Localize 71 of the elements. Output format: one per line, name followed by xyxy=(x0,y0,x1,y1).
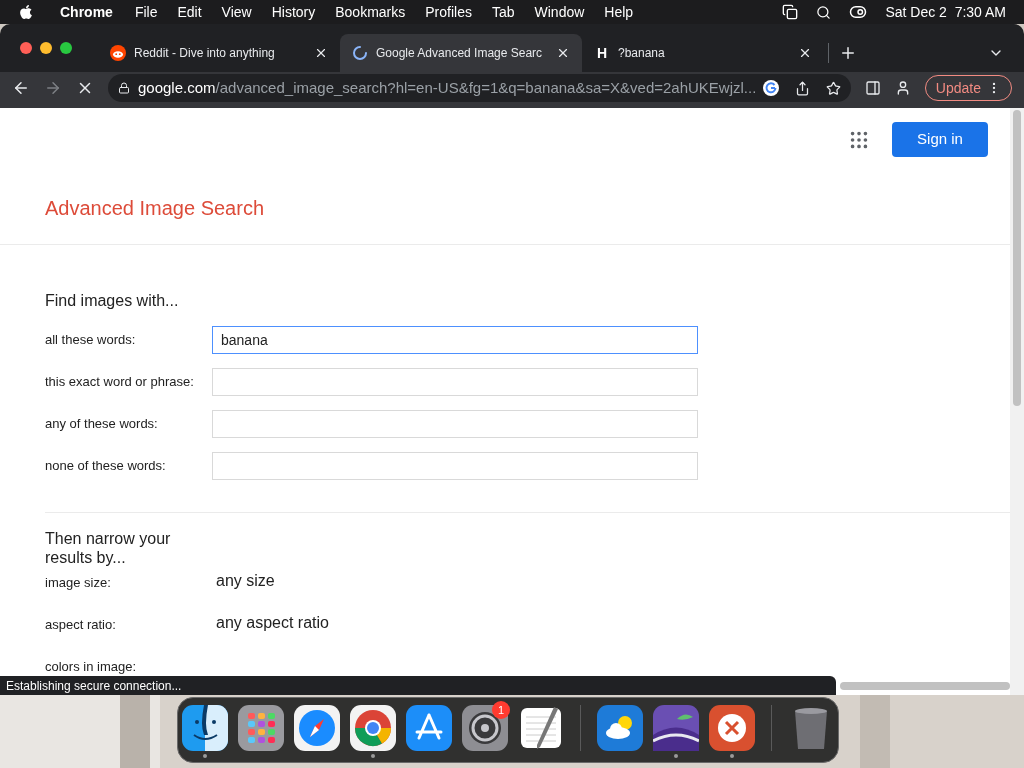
arrows-icon[interactable] xyxy=(709,705,755,751)
hills-icon[interactable] xyxy=(653,705,699,751)
app-grid-icon[interactable] xyxy=(238,705,284,751)
close-tab-icon[interactable] xyxy=(798,46,812,60)
menu-item[interactable]: History xyxy=(271,1,316,23)
sign-in-button[interactable]: Sign in xyxy=(892,122,988,157)
section-heading: Then narrow your results by... xyxy=(45,529,172,567)
menu-item[interactable]: Profiles xyxy=(425,1,472,23)
gear-icon[interactable] xyxy=(462,705,508,751)
smiling-face-icon[interactable] xyxy=(182,705,228,751)
new-tab-icon[interactable] xyxy=(839,44,857,62)
letter-a-icon[interactable] xyxy=(406,705,452,751)
notification-badge: 1 xyxy=(492,701,510,719)
loading-spinner-icon xyxy=(352,45,368,61)
menu-item[interactable]: View xyxy=(221,1,252,23)
share-icon[interactable] xyxy=(794,80,810,96)
option-label: image size: xyxy=(45,574,112,592)
forward-icon[interactable] xyxy=(44,79,62,97)
field-label: any of these words: xyxy=(45,415,159,434)
tab-title: Google Advanced Image Searc xyxy=(376,45,544,62)
option-value[interactable]: any aspect ratio xyxy=(216,611,329,635)
menu-item[interactable]: Edit xyxy=(177,1,202,23)
section-heading: Find images with... xyxy=(45,291,180,311)
text-field[interactable]: banana xyxy=(212,326,698,354)
field-label: none of these words: xyxy=(45,457,167,476)
chrome-logo-icon[interactable] xyxy=(350,705,396,751)
text-field[interactable] xyxy=(212,368,698,396)
notepad-pen-icon[interactable] xyxy=(518,705,564,751)
apple-logo-icon[interactable] xyxy=(18,4,34,20)
g-logo-icon[interactable] xyxy=(762,80,779,96)
app-menu[interactable]: Chrome xyxy=(60,1,113,23)
menu-bar-clock: Sat Dec 2 7:30 AM xyxy=(885,2,1006,22)
control-center-icon[interactable] xyxy=(849,3,868,21)
field-label: all these words: xyxy=(45,331,137,350)
status-bubble: Establishing secure connection... xyxy=(0,676,836,695)
compass-icon[interactable] xyxy=(294,705,340,751)
menu-item[interactable]: Bookmarks xyxy=(335,1,406,23)
tab-favicon: H xyxy=(595,43,609,63)
page-title: Advanced Image Search xyxy=(45,195,265,221)
menu-item[interactable]: Window xyxy=(534,1,585,23)
address-bar[interactable]: google.com/advanced_image_search?hl=en-US&fg=1&q=banana&sa=X&ved=2ahUKEwjzl... xyxy=(108,74,851,102)
option-label: colors in image: xyxy=(45,658,138,676)
minimize-window-button[interactable] xyxy=(40,42,52,54)
close-window-button[interactable] xyxy=(20,42,32,54)
browser-tab[interactable]: Google Advanced Image Searc xyxy=(340,34,582,72)
scrollbar[interactable] xyxy=(1010,108,1024,695)
back-icon[interactable] xyxy=(12,79,30,97)
option-value[interactable]: any size xyxy=(216,569,275,593)
browser-tab[interactable]: H ?banana xyxy=(582,34,824,72)
lock-icon xyxy=(118,82,130,94)
option-label: aspect ratio: xyxy=(45,616,117,634)
screens-icon[interactable] xyxy=(782,4,799,20)
menu-item[interactable]: Help xyxy=(604,1,634,23)
url-text: google.com/advanced_image_search?hl=en-US&fg=1&q=banana&sa=X&ved=2ahUKEwjzl... xyxy=(138,77,755,98)
tab-title: ?banana xyxy=(618,45,666,62)
sun-cloud-icon[interactable] xyxy=(597,705,643,751)
search-icon[interactable] xyxy=(816,4,832,20)
text-field[interactable] xyxy=(212,410,698,438)
bookmark-star-icon[interactable] xyxy=(825,80,841,96)
alien-face-icon xyxy=(110,45,126,61)
zoom-window-button[interactable] xyxy=(60,42,72,54)
browser-tab[interactable]: Reddit - Dive into anything xyxy=(98,34,340,72)
text-field[interactable] xyxy=(212,452,698,480)
side-panel-icon[interactable] xyxy=(864,80,881,96)
menu-item[interactable]: File xyxy=(134,1,158,23)
horizontal-scrollbar[interactable] xyxy=(840,682,1010,690)
close-tab-icon[interactable] xyxy=(556,46,570,60)
menu-item[interactable]: Tab xyxy=(491,1,515,23)
close-tab-icon[interactable] xyxy=(314,46,328,60)
tab-title: Reddit - Dive into anything xyxy=(134,45,276,62)
field-label: this exact word or phrase: xyxy=(45,373,195,392)
